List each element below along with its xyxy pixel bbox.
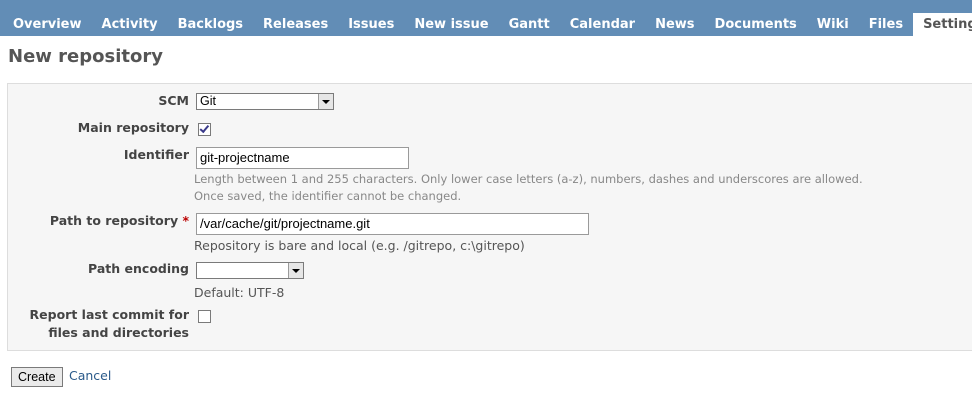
required-marker: *	[182, 213, 189, 228]
path-label-text: Path to repository	[49, 213, 179, 228]
tab-gantt[interactable]: Gantt	[499, 13, 560, 36]
main-repository-checkbox[interactable]	[198, 123, 211, 136]
path-encoding-note: Default: UTF-8	[194, 285, 285, 300]
tab-files[interactable]: Files	[859, 13, 913, 36]
cancel-link[interactable]: Cancel	[69, 367, 111, 385]
tab-new-issue[interactable]: New issue	[404, 13, 498, 36]
create-button[interactable]: Create	[11, 367, 63, 387]
tab-backlogs[interactable]: Backlogs	[168, 13, 253, 36]
chevron-down-icon	[318, 94, 333, 109]
identifier-hint: Length between 1 and 255 characters. Onl…	[194, 172, 863, 186]
tab-calendar[interactable]: Calendar	[560, 13, 645, 36]
path-input[interactable]: /var/cache/git/projectname.git	[196, 213, 589, 235]
tab-documents[interactable]: Documents	[705, 13, 807, 36]
tab-issues[interactable]: Issues	[338, 13, 404, 36]
tab-wiki[interactable]: Wiki	[807, 13, 859, 36]
tab-activity[interactable]: Activity	[92, 13, 168, 36]
main-repository-label: Main repository	[77, 120, 189, 135]
report-last-commit-label-line1: Report last commit for	[29, 307, 189, 322]
report-last-commit-checkbox[interactable]	[198, 310, 211, 323]
report-last-commit-label-line2: files and directories	[48, 325, 189, 340]
scm-select[interactable]: Git	[196, 93, 334, 110]
scm-label: SCM	[158, 93, 189, 108]
main-menu-tabs: Overview Activity Backlogs Releases Issu…	[0, 0, 972, 36]
path-encoding-label: Path encoding	[88, 261, 189, 276]
path-label: Path to repository *	[50, 212, 189, 230]
tab-overview[interactable]: Overview	[3, 13, 92, 36]
tab-settings[interactable]: Settings	[913, 13, 972, 36]
tab-releases[interactable]: Releases	[253, 13, 338, 36]
page-title: New repository	[8, 46, 163, 67]
identifier-label: Identifier	[123, 147, 189, 162]
tab-news[interactable]: News	[645, 13, 704, 36]
identifier-input[interactable]: git-projectname	[196, 147, 409, 169]
scm-select-value: Git	[200, 94, 216, 108]
path-note: Repository is bare and local (e.g. /gitr…	[194, 238, 525, 253]
chevron-down-icon	[288, 263, 303, 278]
path-encoding-select[interactable]	[196, 262, 304, 279]
report-last-commit-label: Report last commit for files and directo…	[30, 306, 189, 342]
identifier-hint-note: Once saved, the identifier cannot be cha…	[194, 189, 462, 203]
